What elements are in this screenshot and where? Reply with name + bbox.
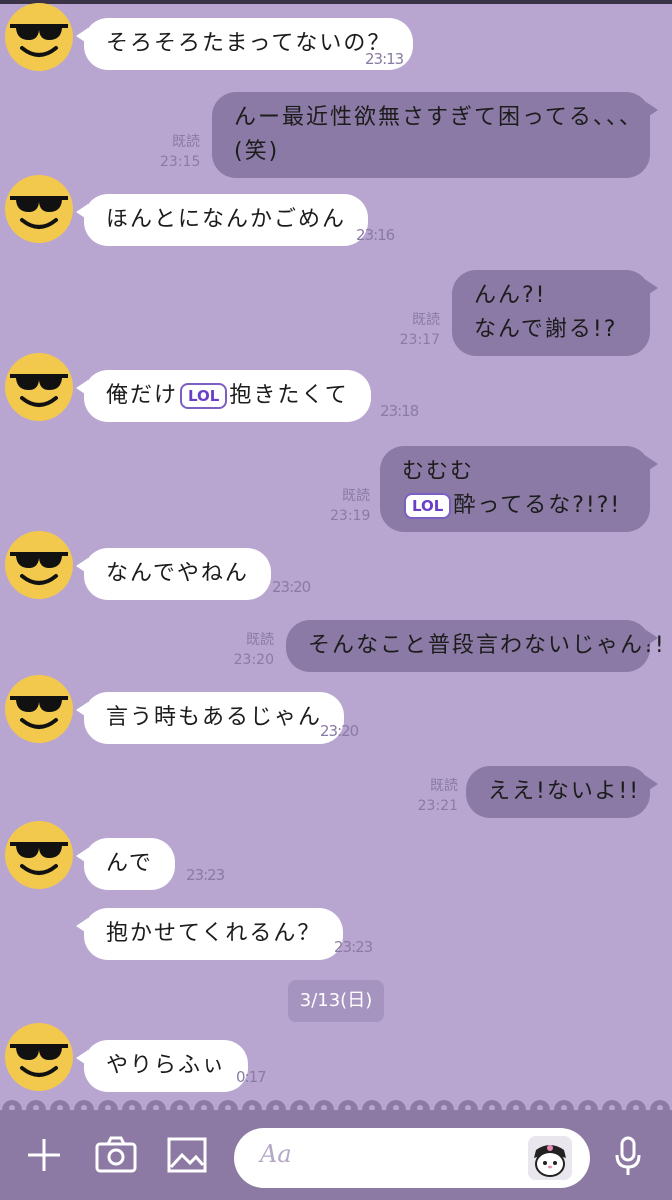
message-time: 23:15 [160,154,201,170]
message-time: 23:20 [272,578,311,596]
message-text: 言う時もあるじゃん [106,705,323,730]
message-bubble[interactable]: そろそろたまってないの？ [75,18,414,70]
message-text: なんでやねん [106,561,249,586]
message-text: やりらふぃ [106,1053,227,1078]
message-text: 抱かせてくれるん？ [106,921,322,946]
message-time: 23:20 [233,652,274,668]
read-label: 既読 [342,488,370,504]
message-time: 23:13 [365,50,404,68]
sunglasses-avatar-icon[interactable] [4,674,74,744]
message-bubble[interactable]: ええ!ないよ!! [466,766,658,818]
message-text-line: むむむ [402,459,475,484]
message-time: 0:17 [236,1068,267,1086]
message-text: 俺だけ [106,383,179,408]
read-label: 既読 [430,778,458,794]
message-bubble[interactable]: 言う時もあるじゃん [75,692,345,744]
read-receipt: 既読 23:15 [160,132,200,172]
message-bubble[interactable]: そんなこと普段言わないじゃん!! [286,620,664,672]
read-receipt: 既読 23:19 [330,486,370,526]
microphone-icon[interactable] [612,1135,644,1179]
read-label: 既読 [246,632,274,648]
message-time: 23:21 [417,798,458,814]
message-text-line: んん?! [474,283,547,308]
message-time: 23:23 [334,938,373,956]
sticker-icon[interactable] [528,1136,572,1180]
read-label: 既読 [172,134,200,150]
sunglasses-avatar-icon[interactable] [4,820,74,890]
lol-sticker-icon: LOL [180,383,228,409]
message-text: そろそろたまってないの？ [106,31,392,56]
read-receipt: 既読 23:20 [226,630,274,670]
message-bubble[interactable]: 俺だけ LOL 抱きたくて [76,370,371,422]
date-separator: 3/13(日) [288,980,384,1022]
message-bubble[interactable]: 抱かせてくれるん？ [75,908,344,960]
sunglasses-avatar-icon[interactable] [4,174,74,244]
message-text: ええ!ないよ!! [488,779,641,804]
message-bubble[interactable]: やりらふぃ [75,1040,249,1092]
chat-area: そろそろたまってないの？ 23:13 既読 23:15 んー最近性欲無さすぎて困… [0,0,672,1100]
message-time: 23:16 [356,226,395,244]
sunglasses-avatar-icon[interactable] [4,530,74,600]
message-bubble[interactable]: んー最近性欲無さすぎて困ってる、、、 (笑) [212,92,658,178]
message-time: 23:23 [186,866,225,884]
message-text-line: (笑) [234,139,280,164]
image-icon[interactable] [166,1135,208,1175]
message-time: 23:17 [399,332,440,348]
message-time: 23:19 [330,508,371,524]
message-input-placeholder: Aa [260,1140,292,1168]
sunglasses-avatar-icon[interactable] [4,1022,74,1092]
read-receipt: 既読 23:17 [398,310,440,350]
camera-icon[interactable] [94,1135,138,1175]
message-text-line: んー最近性欲無さすぎて困ってる、、、 [234,105,643,130]
message-text: ほんとになんかごめん [106,207,347,232]
status-bar-edge [0,0,672,4]
message-text: んで [106,851,153,876]
message-text: 酔ってるな?!?! [453,493,622,518]
sunglasses-avatar-icon[interactable] [4,2,74,72]
sunglasses-avatar-icon[interactable] [4,352,74,422]
read-label: 既読 [412,312,440,328]
message-text-line: なんで謝る!? [474,317,618,342]
message-bubble[interactable]: んで [76,838,175,890]
message-text: 抱きたくて [229,383,349,408]
message-text: そんなこと普段言わないじゃん!! [308,633,666,658]
read-receipt: 既読 23:21 [414,776,458,816]
message-time: 23:18 [380,402,419,420]
lol-sticker-icon: LOL [404,493,452,519]
message-bubble[interactable]: むむむ LOL 酔ってるな?!?! [380,446,658,532]
message-bubble[interactable]: ほんとになんかごめん [75,194,369,246]
message-bubble[interactable]: んん?! なんで謝る!? [452,270,658,356]
message-bubble[interactable]: なんでやねん [76,548,271,600]
message-time: 23:20 [320,722,359,740]
plus-icon[interactable] [24,1135,64,1175]
